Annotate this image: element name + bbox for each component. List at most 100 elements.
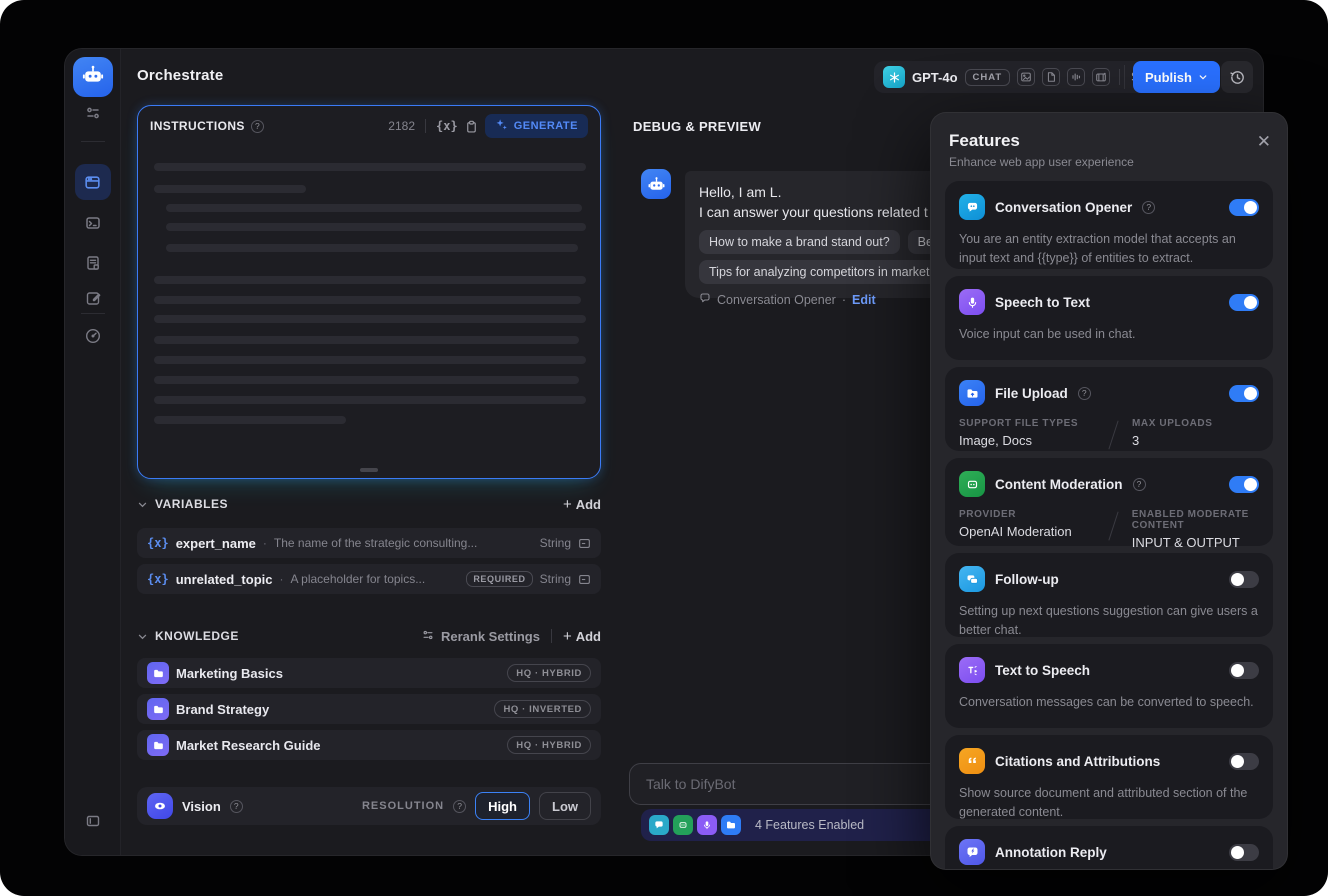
insert-variable-button[interactable]: {x} [436, 119, 458, 133]
text-to-speech-icon [959, 657, 985, 683]
sidebar-item-annotations[interactable] [75, 280, 111, 316]
skeleton-line [166, 244, 578, 252]
model-selector[interactable]: GPT-4o CHAT [874, 61, 1155, 93]
knowledge-header: KNOWLEDGE Rerank Settings + Add [137, 625, 601, 647]
feature-card-file-upload: File Upload ? SUPPORT FILE TYPES Image, D… [945, 367, 1273, 451]
field-type-icon[interactable] [578, 573, 591, 586]
knowledge-badge: HQ · HYBRID [507, 664, 591, 682]
variable-type: String [539, 536, 571, 550]
plus-icon: + [562, 627, 572, 645]
feature-name: Citations and Attributions [995, 753, 1161, 769]
help-icon[interactable]: ? [250, 119, 264, 133]
knowledge-name: Market Research Guide [176, 737, 321, 753]
resolution-high-button[interactable]: High [475, 792, 530, 820]
resize-handle[interactable] [360, 468, 378, 472]
vision-title: Vision [182, 798, 221, 814]
features-subtitle: Enhance web app user experience [949, 155, 1134, 169]
divider [1119, 69, 1121, 85]
feature-toggle[interactable] [1229, 198, 1259, 216]
moderation-icon [959, 471, 985, 497]
add-variable-button[interactable]: + Add [563, 497, 601, 512]
annotation-reply-icon [959, 839, 985, 865]
add-label: Add [575, 496, 601, 512]
skeleton-line [154, 396, 586, 404]
model-params-icon[interactable] [75, 95, 111, 131]
variable-description: A placeholder for topics... [290, 572, 426, 586]
chevron-down-icon[interactable] [137, 631, 148, 642]
clipboard-icon[interactable] [464, 119, 479, 134]
features-enabled-label: 4 Features Enabled [755, 818, 865, 832]
feature-description: Show source document and attributed sect… [959, 786, 1248, 819]
knowledge-row[interactable]: Marketing Basics HQ · HYBRID [137, 658, 601, 688]
edit-link[interactable]: Edit [852, 293, 876, 307]
spec-value: 3 [1132, 433, 1140, 448]
features-title: Features [949, 131, 1020, 150]
feature-toggle[interactable] [1229, 843, 1259, 861]
field-type-icon[interactable] [578, 537, 591, 550]
sidebar-item-terminal[interactable] [75, 205, 111, 241]
feature-toggle[interactable] [1229, 570, 1259, 588]
knowledge-row[interactable]: Brand Strategy HQ · INVERTED [137, 694, 601, 724]
add-knowledge-button[interactable]: + Add [563, 629, 601, 644]
suggestion-chip[interactable]: How to make a brand stand out? [699, 230, 900, 254]
knowledge-name: Marketing Basics [176, 665, 283, 681]
publish-button[interactable]: Publish [1133, 61, 1220, 93]
feature-description: Conversation messages can be converted t… [959, 695, 1254, 709]
feature-description: Voice input can be used in chat. [959, 327, 1136, 341]
chat-bubble-icon [699, 292, 711, 307]
resolution-label: RESOLUTION [361, 800, 445, 812]
app-avatar[interactable] [73, 57, 113, 97]
knowledge-row[interactable]: Market Research Guide HQ · HYBRID [137, 730, 601, 760]
feature-toggle[interactable] [1229, 475, 1259, 493]
resolution-low-button[interactable]: Low [539, 792, 591, 820]
feature-card-content-moderation: Content Moderation ? PROVIDER OpenAI Mode… [945, 458, 1273, 550]
folder-icon [147, 734, 169, 756]
instructions-panel[interactable]: INSTRUCTIONS ? 2182 {x} GENERATE [137, 105, 601, 479]
debug-preview-title: DEBUG & PREVIEW [633, 119, 762, 134]
eye-icon [147, 793, 173, 819]
close-icon[interactable]: ✕ [1257, 133, 1271, 150]
generate-button[interactable]: GENERATE [484, 114, 588, 138]
sidebar-item-logs[interactable] [75, 245, 111, 281]
help-icon[interactable]: ? [453, 799, 467, 813]
variable-row[interactable]: {x} expert_name · The name of the strate… [137, 528, 601, 558]
file-upload-icon [959, 380, 985, 406]
dot-separator: · [262, 536, 267, 550]
rerank-label: Rerank Settings [440, 628, 540, 644]
feature-toggle[interactable] [1229, 661, 1259, 679]
chat-mode-badge: CHAT [964, 68, 1011, 86]
help-icon[interactable]: ? [1132, 477, 1146, 491]
document-capability-icon [1042, 68, 1061, 86]
mic-mini-icon [697, 815, 717, 835]
sidebar-item-monitoring[interactable] [75, 318, 111, 354]
feature-toggle[interactable] [1229, 293, 1259, 311]
instructions-header: INSTRUCTIONS ? 2182 {x} GENERATE [138, 106, 600, 146]
suggestion-chip[interactable]: Tips for analyzing competitors in market [699, 260, 940, 284]
feature-name: File Upload [995, 385, 1068, 401]
spec-label: PROVIDER [959, 509, 1017, 520]
variable-row[interactable]: {x} unrelated_topic · A placeholder for … [137, 564, 601, 594]
feature-toggle[interactable] [1229, 752, 1259, 770]
variables-header: VARIABLES + Add [137, 493, 601, 515]
char-count: 2182 [388, 119, 415, 133]
help-icon[interactable]: ? [229, 799, 243, 813]
conversation-opener-icon [959, 194, 985, 220]
history-button[interactable] [1221, 61, 1253, 93]
help-icon[interactable]: ? [1077, 386, 1091, 400]
left-rail [65, 49, 121, 855]
skeleton-line [154, 356, 586, 364]
collapse-sidebar-icon[interactable] [75, 803, 111, 839]
screen: Orchestrate GPT-4o CHAT Publish INSTRUCT… [0, 0, 1328, 896]
divider [1124, 65, 1125, 89]
help-icon[interactable]: ? [1142, 200, 1156, 214]
spec-value: Image, Docs [959, 433, 1032, 448]
sliders-icon [421, 628, 435, 645]
feature-description: You are an entity extraction model that … [959, 232, 1236, 265]
folder-mini-icon [721, 815, 741, 835]
sidebar-item-orchestrate[interactable] [74, 164, 111, 200]
feature-toggle[interactable] [1229, 384, 1259, 402]
spec-value: OpenAI Moderation [959, 524, 1072, 539]
variable-name: unrelated_topic [175, 571, 273, 587]
chevron-down-icon[interactable] [137, 499, 148, 510]
rerank-settings-button[interactable]: Rerank Settings [421, 628, 540, 645]
